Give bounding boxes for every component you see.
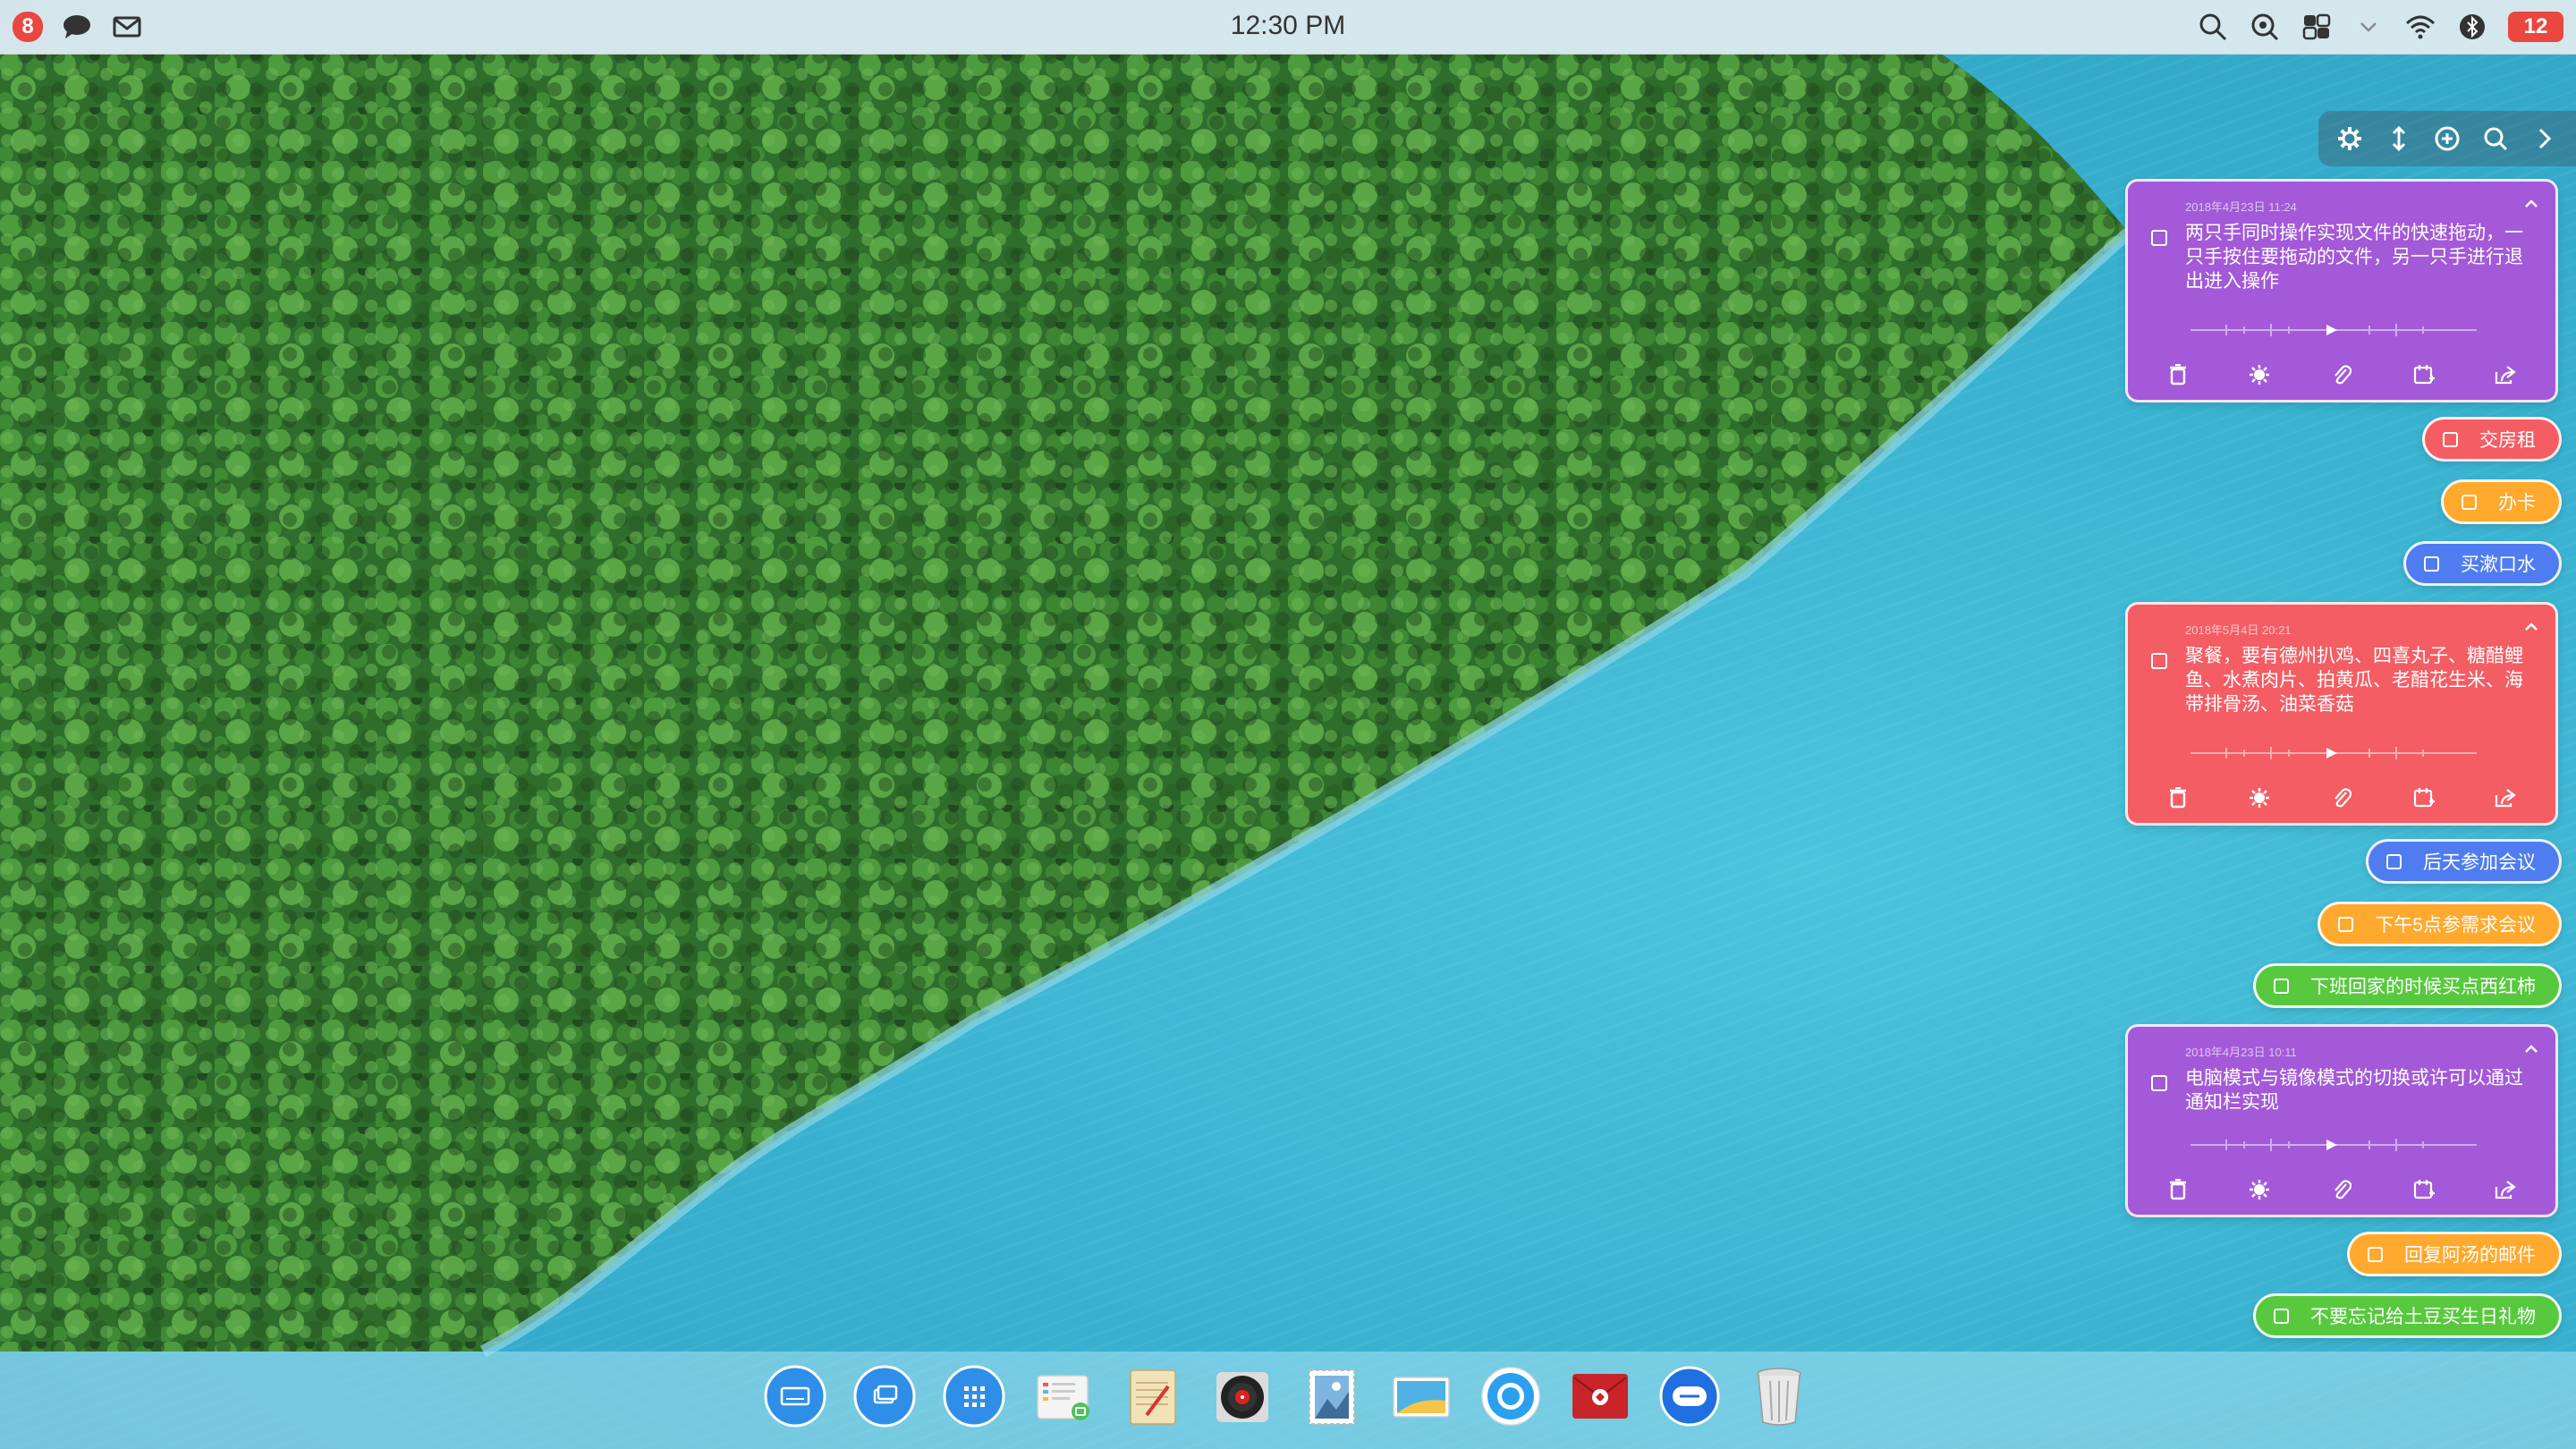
color-icon[interactable] [2245,784,2274,812]
launcher-icon[interactable] [943,1364,1005,1428]
battery-badge[interactable]: 12 [2508,12,2563,42]
audio-waveform[interactable] [2190,321,2477,339]
note-card[interactable]: 2018年5月4日 20:21 聚餐，要有德州扒鸡、四喜丸子、糖醋鲤鱼、水煮肉片… [2125,602,2558,826]
note-pill[interactable]: 买漱口水 [2403,541,2562,586]
note-date: 2018年4月23日 10:11 [2185,1046,2297,1059]
audio-waveform[interactable] [2190,744,2477,762]
note-pill[interactable]: 回复阿汤的邮件 [2347,1232,2562,1276]
note-pill[interactable]: 下午5点参需求会议 [2318,902,2562,946]
add-icon[interactable] [2428,119,2467,158]
keyboard-icon[interactable] [764,1364,826,1428]
note-text: 办卡 [2498,493,2536,513]
attachment-icon[interactable] [2327,360,2356,389]
clock[interactable]: 12:30 PM [0,11,2576,41]
collapse-icon[interactable] [2521,194,2541,214]
chat-icon[interactable] [1658,1364,1721,1428]
color-icon[interactable] [2245,1175,2274,1204]
chevron-right-icon[interactable] [2525,119,2564,158]
note-text: 交房租 [2479,430,2536,451]
calendar-icon[interactable] [2410,1175,2438,1204]
note-checkbox[interactable] [2368,1246,2383,1262]
chevron-down-icon[interactable] [2352,11,2385,43]
color-icon[interactable] [2245,360,2274,389]
note-card[interactable]: 2018年4月23日 11:24 两只手同时操作实现文件的快速拖动，一只手按住要… [2125,179,2558,402]
notes-search-icon[interactable] [2476,119,2515,158]
browser-icon[interactable] [1479,1364,1542,1428]
trash-icon[interactable] [2164,784,2192,812]
note-text: 后天参加会议 [2423,852,2536,873]
note-date: 2018年5月4日 20:21 [2185,623,2292,637]
note-text: 不要忘记给土豆买生日礼物 [2310,1307,2536,1327]
search-icon[interactable] [2197,11,2229,43]
audio-waveform[interactable] [2190,1136,2477,1154]
note-checkbox[interactable] [2338,916,2354,932]
note-text[interactable]: 聚餐，要有德州扒鸡、四喜丸子、糖醋鲤鱼、水煮肉片、拍黄瓜、老醋花生米、海带排骨汤… [2185,644,2534,716]
gear-icon[interactable] [2330,119,2369,158]
note-text[interactable]: 两只手同时操作实现文件的快速拖动，一只手按住要拖动的文件，另一只手进行退出进入操… [2185,221,2534,293]
calendar-icon[interactable] [2410,360,2438,389]
wifi-icon[interactable] [2404,11,2436,43]
trash-icon[interactable] [2164,1175,2192,1204]
collapse-icon[interactable] [2521,1039,2541,1059]
windows-icon[interactable] [853,1364,916,1428]
note-pill[interactable]: 下班回家的时候买点西红柿 [2253,963,2562,1008]
bluetooth-icon[interactable] [2456,11,2488,43]
gallery-icon[interactable] [1390,1364,1453,1428]
zoom-search-icon[interactable] [2249,11,2281,43]
share-icon[interactable] [2491,784,2520,812]
note-checkbox[interactable] [2386,853,2402,869]
notes-icon[interactable] [1122,1364,1184,1428]
note-checkbox[interactable] [2462,494,2477,510]
dock [0,1352,2576,1449]
collapse-icon[interactable] [2521,617,2541,637]
share-icon[interactable] [2491,1175,2520,1204]
note-pill[interactable]: 办卡 [2441,479,2562,524]
note-pill[interactable]: 后天参加会议 [2366,839,2562,884]
trash-icon[interactable] [2164,360,2192,389]
note-pill[interactable]: 不要忘记给土豆买生日礼物 [2253,1293,2562,1338]
mail-app-icon[interactable] [1569,1364,1631,1428]
resize-vertical-icon[interactable] [2379,119,2419,158]
calendar-icon[interactable] [2410,784,2438,812]
note-checkbox[interactable] [2274,1308,2289,1324]
note-text: 买漱口水 [2461,555,2536,575]
note-card[interactable]: 2018年4月23日 10:11 电脑模式与镜像模式的切换或许可以通过通知栏实现 [2125,1024,2558,1217]
notes-toolbar [2318,111,2576,166]
share-icon[interactable] [2491,360,2520,389]
note-checkbox[interactable] [2424,555,2439,572]
note-checkbox[interactable] [2151,1075,2167,1091]
note-text: 回复阿汤的邮件 [2404,1245,2536,1266]
file-manager-icon[interactable] [1032,1364,1095,1428]
note-checkbox[interactable] [2274,978,2289,994]
note-checkbox[interactable] [2443,431,2458,447]
control-center-icon[interactable] [2301,11,2333,43]
music-player-icon[interactable] [1211,1364,1274,1428]
note-pill[interactable]: 交房租 [2422,417,2562,462]
stamp-photo-icon[interactable] [1301,1364,1363,1428]
note-date: 2018年4月23日 11:24 [2185,200,2297,214]
trash-bin-icon[interactable] [1748,1364,1810,1428]
top-status-bar: 8 12:30 PM 12 [0,0,2576,55]
note-checkbox[interactable] [2151,230,2167,246]
attachment-icon[interactable] [2327,1175,2356,1204]
note-text: 下班回家的时候买点西红柿 [2310,977,2536,997]
note-checkbox[interactable] [2151,653,2167,669]
note-text[interactable]: 电脑模式与镜像模式的切换或许可以通过通知栏实现 [2185,1066,2534,1114]
attachment-icon[interactable] [2327,784,2356,812]
note-text: 下午5点参需求会议 [2375,915,2536,936]
